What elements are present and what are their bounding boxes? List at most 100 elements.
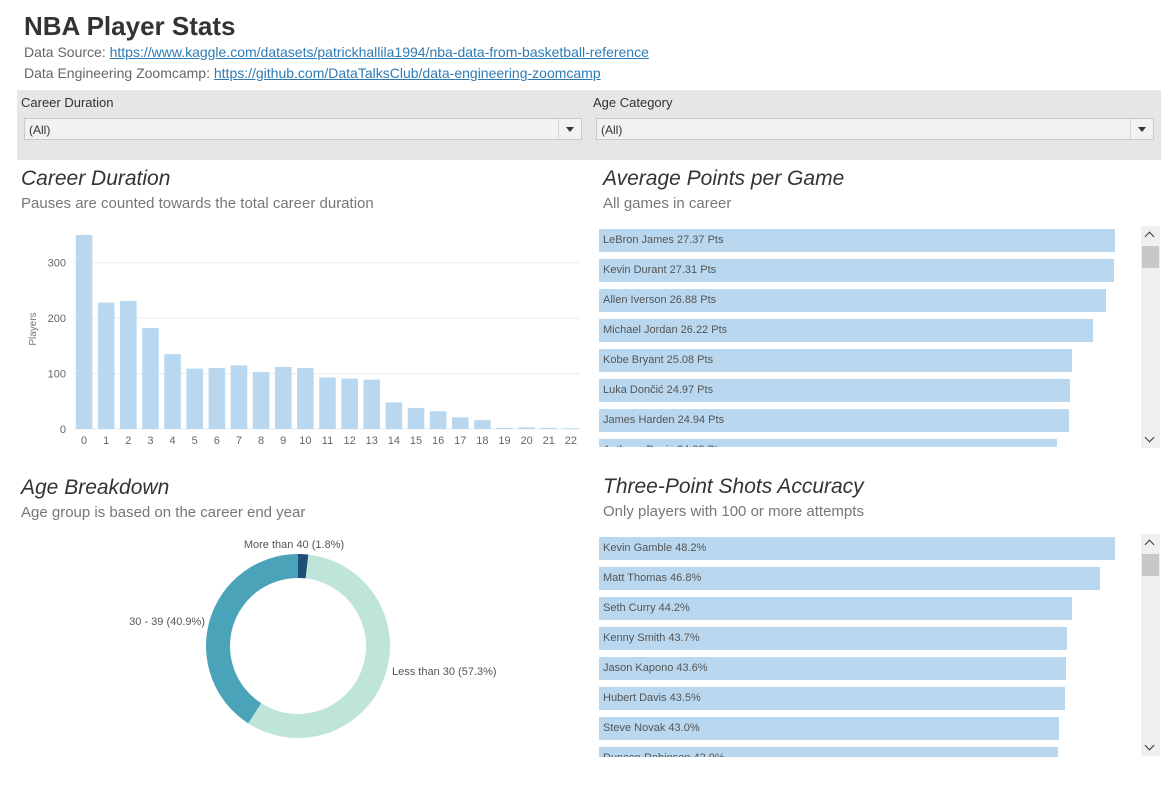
data-source-label: Data Source: <box>24 44 110 60</box>
career-duration-bar[interactable] <box>319 377 336 429</box>
page-title: NBA Player Stats <box>24 11 236 41</box>
age-category-select-value: (All) <box>601 123 623 137</box>
x-tick-label: 18 <box>476 435 488 447</box>
avg-points-bar-list: LeBron James 27.37 Pts Kevin Durant 27.31… <box>599 229 1139 447</box>
bar-list-label: Kenny Smith 43.7% <box>603 632 700 644</box>
x-tick-label: 3 <box>147 435 153 447</box>
y-tick-label: 200 <box>48 313 66 325</box>
career-duration-bar[interactable] <box>451 417 469 429</box>
y-tick-label: 300 <box>48 258 66 270</box>
bar-list-label: Allen Iverson 26.88 Pts <box>603 294 717 306</box>
bar-list-label: Luka Dončić 24.97 Pts <box>603 384 714 396</box>
bar-list-label: Matt Thomas 46.8% <box>603 572 702 584</box>
career-duration-chart: 0100200300Players0 1 2 3 4 5 6 7 8 9 10 11 12 13 14 15 1… <box>28 235 580 447</box>
bar-list-label: Hubert Davis 43.5% <box>603 692 701 704</box>
career-duration-bar[interactable] <box>120 300 137 429</box>
y-tick-label: 100 <box>48 369 66 381</box>
career-duration-filter-label: Career Duration <box>21 95 114 110</box>
career-duration-bar[interactable] <box>297 368 314 429</box>
career-duration-bar[interactable] <box>186 368 204 429</box>
zoomcamp-link[interactable]: https://github.com/DataTalksClub/data-en… <box>214 65 601 81</box>
bar-list-item[interactable]: James Harden 24.94 Pts <box>599 409 1070 432</box>
career-duration-select-value: (All) <box>29 123 51 137</box>
career-duration-bar[interactable] <box>97 302 115 429</box>
donut-slice-label: Less than 30 (57.3%) <box>392 666 497 678</box>
x-tick-label: 22 <box>565 435 577 447</box>
x-tick-label: 16 <box>432 435 444 447</box>
career-duration-select[interactable]: (All) <box>24 118 582 140</box>
career-duration-bar[interactable] <box>562 428 580 429</box>
avg-points-scrollbar[interactable] <box>1141 226 1160 448</box>
zoomcamp-label: Data Engineering Zoomcamp: <box>24 65 214 81</box>
career-duration-title: Career Duration <box>21 167 171 190</box>
career-duration-bar[interactable] <box>363 379 381 429</box>
x-tick-label: 20 <box>521 435 533 447</box>
three-point-scrollbar[interactable] <box>1141 534 1160 756</box>
scroll-thumb[interactable] <box>1142 246 1159 268</box>
avg-points-subtitle: All games in career <box>603 195 732 212</box>
scroll-down-icon[interactable] <box>1141 431 1160 448</box>
donut-slice-label: 30 - 39 (40.9%) <box>129 616 205 628</box>
career-duration-bar[interactable] <box>518 427 535 429</box>
career-duration-bar[interactable] <box>385 402 403 429</box>
career-duration-bar[interactable] <box>252 371 270 429</box>
scroll-down-icon[interactable] <box>1141 739 1160 756</box>
filter-bar: Career Duration (All) Age Category (All) <box>17 90 1161 160</box>
bar-list-label: LeBron James 27.37 Pts <box>603 234 724 246</box>
x-tick-label: 19 <box>498 435 510 447</box>
career-duration-bar[interactable] <box>540 427 558 429</box>
three-point-title: Three-Point Shots Accuracy <box>603 475 864 498</box>
career-duration-bar[interactable] <box>407 407 425 429</box>
bar-list-item[interactable]: Kevin Gamble 48.2% <box>599 537 1115 560</box>
career-duration-bar[interactable] <box>274 366 292 429</box>
bar-list-item[interactable]: Seth Curry 44.2% <box>599 597 1073 620</box>
bar-list-item[interactable]: Kobe Bryant 25.08 Pts <box>599 349 1072 372</box>
bar-list-item[interactable]: Duncan Robinson 42.9% <box>599 747 1059 757</box>
bar-list-item[interactable]: Kevin Durant 27.31 Pts <box>599 259 1114 282</box>
career-duration-bar[interactable] <box>341 378 358 429</box>
bar-list-item[interactable]: Hubert Davis 43.5% <box>599 687 1065 710</box>
scroll-up-icon[interactable] <box>1141 226 1160 243</box>
age-breakdown-title: Age Breakdown <box>21 476 170 499</box>
bar-list-item[interactable]: Allen Iverson 26.88 Pts <box>599 289 1106 312</box>
bar-list-label: Kevin Gamble 48.2% <box>603 542 707 554</box>
bar-list-item[interactable]: Luka Dončić 24.97 Pts <box>599 379 1070 402</box>
chevron-down-icon[interactable] <box>1130 119 1153 139</box>
career-duration-bar[interactable] <box>474 420 491 429</box>
bar-list-item[interactable]: Matt Thomas 46.8% <box>599 567 1100 590</box>
bar-list-item[interactable]: Michael Jordan 26.22 Pts <box>599 319 1094 342</box>
x-tick-label: 12 <box>344 435 356 447</box>
career-duration-bar[interactable] <box>496 427 513 429</box>
data-source-link[interactable]: https://www.kaggle.com/datasets/patrickh… <box>110 44 649 60</box>
donut-slice[interactable] <box>206 554 298 724</box>
age-breakdown-donut: Less than 30 (57.3%) 30 - 39 (40.9%) More … <box>129 539 497 738</box>
x-tick-label: 21 <box>543 435 555 447</box>
bar-list-item[interactable]: LeBron James 27.37 Pts <box>599 229 1115 252</box>
bar-list-label: James Harden 24.94 Pts <box>603 414 725 426</box>
scroll-up-icon[interactable] <box>1141 534 1160 551</box>
x-tick-label: 10 <box>299 435 311 447</box>
bar-list-item[interactable]: Steve Novak 43.0% <box>599 717 1060 740</box>
x-tick-label: 1 <box>103 435 109 447</box>
x-tick-label: 4 <box>170 435 176 447</box>
chevron-down-icon[interactable] <box>558 119 581 139</box>
bar-list-item[interactable]: Kenny Smith 43.7% <box>599 627 1067 650</box>
career-duration-bar[interactable] <box>164 354 181 429</box>
career-duration-bar[interactable] <box>429 411 447 429</box>
bar-list-label: Michael Jordan 26.22 Pts <box>603 324 728 336</box>
bar-list-item[interactable]: Jason Kapono 43.6% <box>599 657 1066 680</box>
career-duration-bar[interactable] <box>75 235 93 429</box>
career-duration-bar[interactable] <box>142 328 159 429</box>
career-duration-bar[interactable] <box>230 365 248 429</box>
career-duration-subtitle: Pauses are counted towards the total car… <box>21 195 374 212</box>
bar-list-label: Jason Kapono 43.6% <box>603 662 708 674</box>
bar-list-item[interactable]: Anthony Davis 24.28 Pts <box>599 439 1057 447</box>
scroll-thumb[interactable] <box>1142 554 1159 576</box>
y-tick-label: 0 <box>60 424 66 436</box>
age-category-select[interactable]: (All) <box>596 118 1154 140</box>
x-tick-label: 14 <box>388 435 400 447</box>
x-tick-label: 17 <box>454 435 466 447</box>
bar-list-label: Kobe Bryant 25.08 Pts <box>603 354 714 366</box>
career-duration-bar[interactable] <box>208 368 226 429</box>
avg-points-title: Average Points per Game <box>603 167 845 190</box>
